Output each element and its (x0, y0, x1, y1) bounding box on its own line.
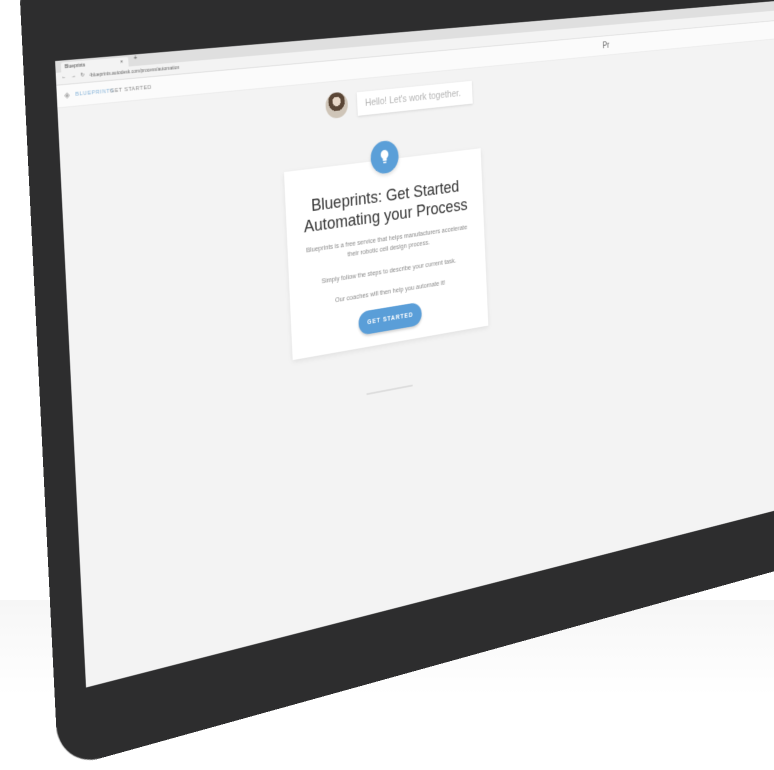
brand-link[interactable]: BLUEPRINTS (75, 88, 114, 97)
navigation-icons[interactable]: ← → ↻ ⌂ (61, 72, 94, 81)
browser-screen: Blueprints × + ← → ↻ ⌂ blueprints.autode… (55, 0, 774, 688)
get-started-button[interactable]: GET STARTED (358, 301, 423, 336)
greeting-bubble: Hello! Let's work together. (356, 80, 473, 116)
lightbulb-badge (370, 139, 400, 176)
tab-title: Blueprints (64, 62, 86, 71)
get-started-card: Blueprints: Get Started Automating your … (283, 139, 489, 361)
avatar (325, 91, 349, 120)
blueprints-logo-icon[interactable]: ◈ (64, 90, 70, 99)
new-tab-icon[interactable]: + (133, 55, 137, 62)
header-right-text[interactable]: Pr (602, 41, 609, 51)
footer-caption (366, 384, 413, 396)
lightbulb-icon (380, 149, 389, 164)
tab-close-icon[interactable]: × (120, 57, 123, 67)
breadcrumb: GET STARTED (109, 84, 152, 95)
